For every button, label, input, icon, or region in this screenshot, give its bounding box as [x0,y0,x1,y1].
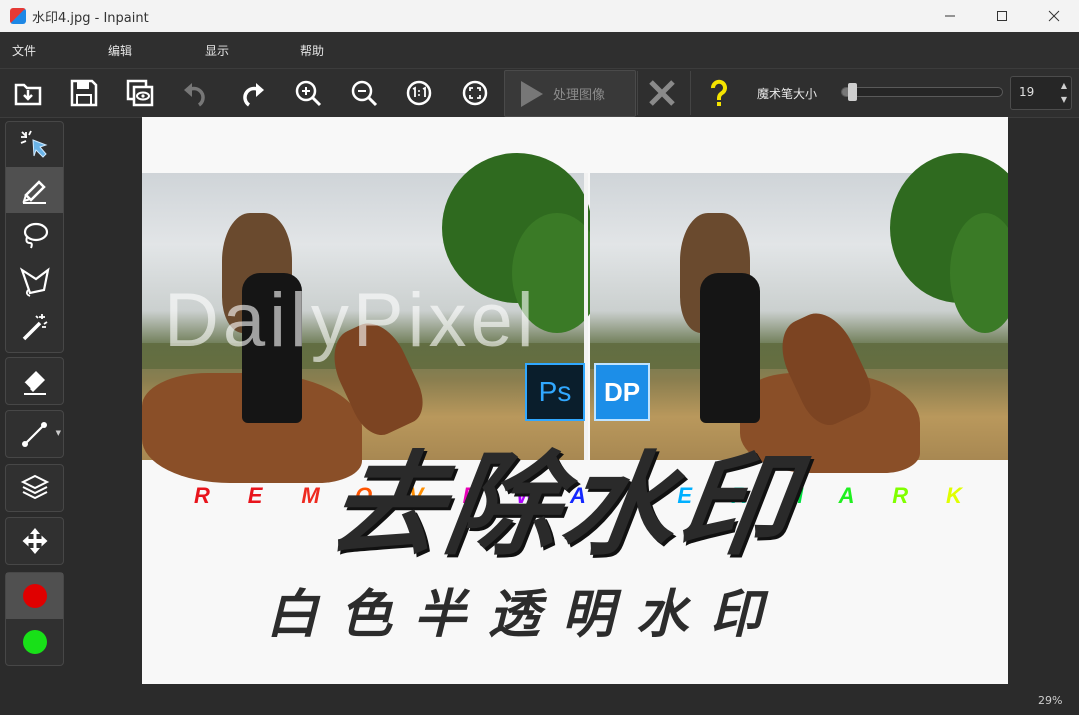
layers-tool-group [5,464,64,512]
layers-icon [20,474,49,500]
rider-dress [700,273,760,423]
redo-button[interactable] [231,73,273,113]
menu-help[interactable]: 帮助 [300,42,324,59]
open-button[interactable] [7,73,49,113]
selection-tool-group [5,121,64,353]
brush-size-spinbox[interactable]: 19 ▲ ▼ [1010,76,1072,110]
brush-size-label: 魔术笔大小 [757,87,818,101]
actual-size-button[interactable] [398,73,440,113]
line-icon [21,422,47,447]
secondary-color-dot [22,630,47,654]
marker-pen-icon [21,180,46,204]
dropdown-arrow-icon[interactable]: ▼ [56,429,61,437]
redo-icon [243,83,264,107]
lasso-icon [23,222,48,249]
menu-file[interactable]: 文件 [12,42,36,59]
magic-wand-tool[interactable] [6,305,63,351]
fit-window-button[interactable] [454,73,496,113]
cancel-x-icon [649,80,675,106]
brush-size-slider-handle[interactable] [848,83,858,101]
marker-tool[interactable] [6,167,63,213]
primary-color-swatch[interactable] [6,573,63,619]
line-tool-group: ▼ [5,410,64,458]
zoom-in-button[interactable] [287,73,329,113]
spin-down-arrow-icon[interactable]: ▼ [1061,95,1067,104]
zoom-level: 29% [1038,694,1063,707]
window-title: 水印4.jpg - Inpaint [32,11,149,26]
subtitle: 白色半透明水印 [266,585,785,645]
help-question-icon [711,79,727,106]
minimize-icon [945,15,955,17]
app-icon [10,8,26,24]
eraser-tool[interactable] [6,358,63,404]
magic-wand-select-tool[interactable] [6,122,63,168]
open-folder-icon [14,83,42,106]
move-tool-group [5,517,64,565]
remove-watermark-letter: K [946,483,962,508]
toolbar-separator [690,71,691,115]
zoom-out-icon [351,80,378,107]
polygon-lasso-icon [19,267,50,297]
lasso-tool[interactable] [6,213,63,259]
menu-edit[interactable]: 编辑 [108,42,132,59]
secondary-color-swatch[interactable] [6,619,63,665]
save-icon [70,79,98,107]
close-button[interactable] [1029,0,1079,32]
compare-view-icon [126,79,154,107]
maximize-button[interactable] [977,0,1027,32]
remove-watermark-letter: R [892,483,909,508]
remove-watermark-letter: R [194,483,210,508]
photoshop-logo: Ps [525,363,585,421]
remove-watermark-letter: M [301,483,320,508]
spin-up-arrow-icon[interactable]: ▲ [1061,81,1067,90]
process-image-label: 处理图像 [553,88,606,103]
play-icon [521,80,543,107]
toolbar-separator [637,71,638,115]
minimize-button[interactable] [925,0,975,32]
image-canvas[interactable]: DailyPixel Ps DP REMOVEWATERMARK 去除水印 白色… [142,117,1008,684]
magic-wand-icon [22,314,47,341]
eraser-icon [22,371,46,395]
main-title: 去除水印 [321,441,804,571]
magic-cursor-icon [20,130,47,158]
tree [950,213,1008,333]
move-arrows-icon [22,528,47,554]
watermark-text: DailyPixel [164,278,538,363]
remove-watermark-letter: E [247,483,263,508]
maximize-icon [997,11,1007,21]
line-tool[interactable]: ▼ [6,411,63,457]
process-image-button[interactable]: 处理图像 [504,70,636,117]
close-icon [1048,10,1060,22]
dailypixel-logo: DP [594,363,650,421]
move-tool[interactable] [6,518,63,564]
brush-size-slider[interactable] [841,83,1003,101]
help-button[interactable] [698,73,740,113]
menu-bar: 文件 编辑 显示 帮助 [0,32,1079,69]
fit-window-icon [462,80,488,106]
save-button[interactable] [63,73,105,113]
color-tool-group [5,572,64,666]
title-bar: 水印4.jpg - Inpaint [0,0,1079,32]
undo-icon [184,83,205,107]
zoom-out-button[interactable] [343,73,385,113]
undo-button[interactable] [175,73,217,113]
compare-button[interactable] [119,73,161,113]
zoom-in-icon [295,80,322,107]
primary-color-dot [22,584,47,608]
eraser-tool-group [5,357,64,405]
brush-size-value: 19 [1019,85,1035,99]
remove-watermark-letter: A [838,483,855,508]
layers-tool[interactable] [6,465,63,511]
polygon-lasso-tool[interactable] [6,259,63,305]
actual-size-icon [406,80,432,106]
cancel-button[interactable] [641,73,683,113]
menu-view[interactable]: 显示 [205,42,229,59]
